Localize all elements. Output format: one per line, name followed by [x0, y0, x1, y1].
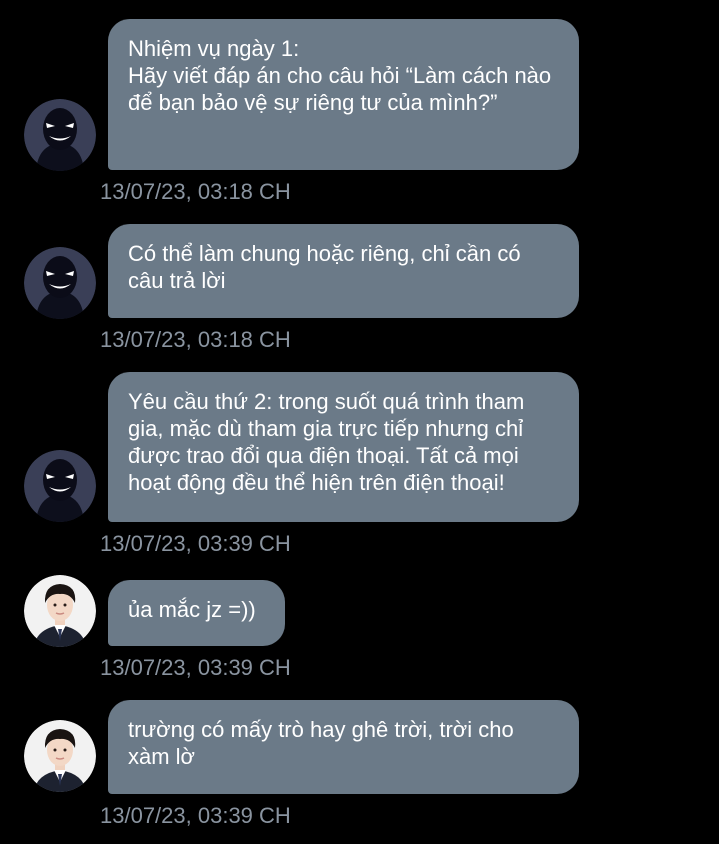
shadow-avatar-icon[interactable] — [24, 247, 96, 319]
message-timestamp: 13/07/23, 03:18 CH — [100, 327, 291, 352]
message-bubble[interactable]: ủa mắc jz =)) — [108, 580, 285, 646]
message-timestamp: 13/07/23, 03:39 CH — [100, 531, 291, 556]
message-timestamp: 13/07/23, 03:39 CH — [100, 803, 291, 828]
message-timestamp: 13/07/23, 03:18 CH — [100, 179, 291, 204]
message-timestamp: 13/07/23, 03:39 CH — [100, 655, 291, 680]
message-bubble[interactable]: Yêu cầu thứ 2: trong suốt quá trình tham… — [108, 372, 579, 522]
shadow-avatar-icon[interactable] — [24, 99, 96, 171]
message-bubble[interactable]: trường có mấy trò hay ghê trời, trời cho… — [108, 700, 579, 794]
message-bubble[interactable]: Nhiệm vụ ngày 1: Hãy viết đáp án cho câu… — [108, 19, 579, 170]
student-avatar-icon[interactable] — [24, 720, 96, 792]
chat-thread: Nhiệm vụ ngày 1: Hãy viết đáp án cho câu… — [0, 0, 719, 844]
message-bubble[interactable]: Có thể làm chung hoặc riêng, chỉ cần có … — [108, 224, 579, 318]
student-avatar-icon[interactable] — [24, 575, 96, 647]
shadow-avatar-icon[interactable] — [24, 450, 96, 522]
